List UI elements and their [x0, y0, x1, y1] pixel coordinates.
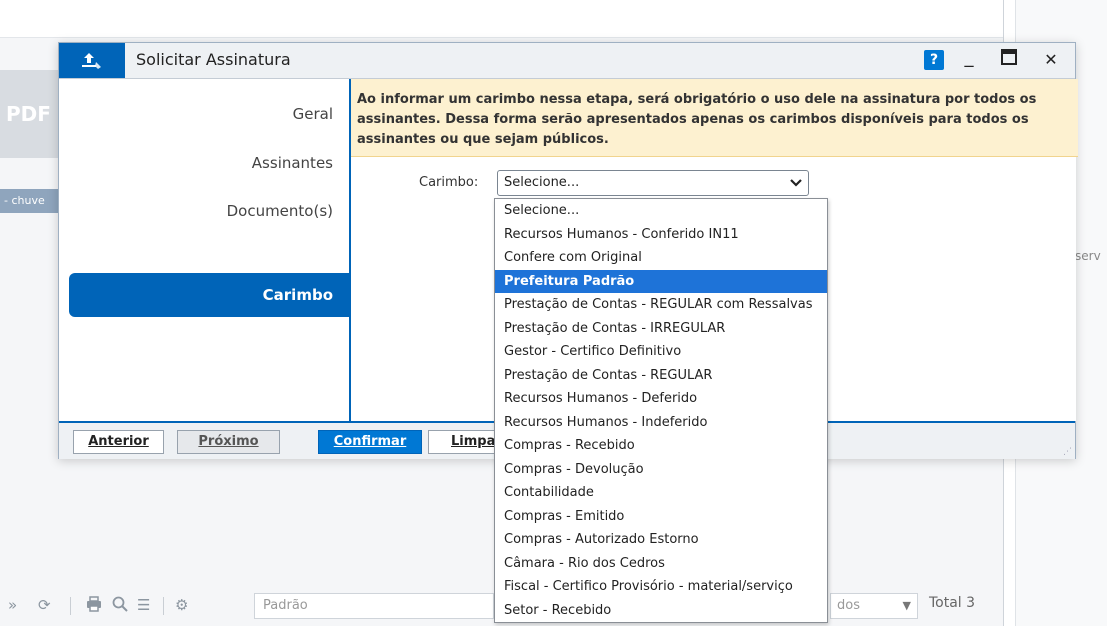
list-icon[interactable]: ☰ [137, 596, 150, 614]
carimbo-select[interactable]: Selecione... [497, 170, 809, 196]
gear-icon[interactable]: ⚙ [175, 596, 188, 614]
dialog-titlebar[interactable]: Solicitar Assinatura ? _ ✕ [59, 43, 1075, 79]
dropdown-option-highlighted[interactable]: Prefeitura Padrão [495, 269, 827, 293]
double-chevron-right-icon[interactable]: » [8, 596, 17, 614]
resize-grip-icon[interactable]: ⋰ [1063, 447, 1073, 457]
info-notice: Ao informar um carimbo nessa etapa, será… [351, 79, 1078, 157]
carimbo-select-value: Selecione... [504, 175, 580, 190]
pager-select-value: dos [837, 598, 860, 613]
dropdown-option[interactable]: Recursos Humanos - Indeferido [495, 411, 827, 435]
sidebar-item-documentos[interactable]: Documento(s) [227, 202, 333, 220]
maximize-icon [1001, 49, 1017, 65]
filter-input[interactable]: Padrão [254, 593, 494, 619]
total-count: Total 3 [929, 595, 976, 611]
dropdown-option[interactable]: Compras - Devolução [495, 458, 827, 482]
anterior-button[interactable]: Anterior [73, 430, 164, 454]
carimbo-dropdown-list: Selecione... Recursos Humanos - Conferid… [494, 198, 828, 623]
maximize-button[interactable] [997, 49, 1021, 70]
print-icon[interactable] [86, 596, 102, 616]
dropdown-option[interactable]: Confere com Original [495, 246, 827, 270]
dropdown-option[interactable]: Câmara - Rio dos Cedros [495, 552, 827, 576]
dropdown-option[interactable]: Contabilidade [495, 481, 827, 505]
sidebar-item-geral[interactable]: Geral [293, 105, 333, 123]
chevron-down-icon: ▼ [902, 599, 911, 612]
dropdown-option[interactable]: Setor - Recebido [495, 599, 827, 623]
sidebar-item-carimbo[interactable]: Carimbo [69, 273, 349, 317]
sidebar-item-label: Carimbo [262, 286, 333, 304]
pdf-thumb-label: PDF [6, 102, 51, 126]
dropdown-option[interactable]: Prestação de Contas - REGULAR com Ressal… [495, 293, 827, 317]
confirmar-button[interactable]: Confirmar [318, 430, 422, 454]
dropdown-option[interactable]: Recursos Humanos - Deferido [495, 387, 827, 411]
minimize-button[interactable]: _ [957, 47, 981, 68]
refresh-icon[interactable]: ⟳ [38, 596, 51, 614]
carimbo-label: Carimbo: [419, 175, 479, 190]
toolbar-separator [163, 597, 164, 615]
toolbar-separator [70, 597, 71, 615]
dropdown-option[interactable]: Compras - Autorizado Estorno [495, 528, 827, 552]
dropdown-option[interactable]: Fiscal - Certifico Provisório - material… [495, 575, 827, 599]
pager-select[interactable]: dos ▼ [830, 593, 918, 619]
right-partial-text: serv [1075, 249, 1101, 263]
tag-chip[interactable]: - chuve [0, 189, 62, 213]
dropdown-option[interactable]: Compras - Emitido [495, 505, 827, 529]
dropdown-option[interactable]: Recursos Humanos - Conferido IN11 [495, 223, 827, 247]
proximo-button[interactable]: Próximo [177, 430, 280, 454]
background-topbar [0, 0, 1003, 38]
help-button[interactable]: ? [924, 50, 944, 70]
dialog-title: Solicitar Assinatura [136, 50, 291, 69]
search-icon[interactable] [112, 596, 128, 616]
dropdown-option[interactable]: Prestação de Contas - REGULAR [495, 364, 827, 388]
dropdown-option[interactable]: Gestor - Certifico Definitivo [495, 340, 827, 364]
chevron-down-icon [790, 172, 802, 201]
dropdown-option[interactable]: Compras - Recebido [495, 434, 827, 458]
sidebar-item-assinantes[interactable]: Assinantes [252, 154, 333, 172]
dropdown-option[interactable]: Selecione... [495, 199, 827, 223]
upload-sign-icon [59, 43, 125, 78]
wizard-sidebar: Geral Assinantes Documento(s) Carimbo [59, 79, 349, 421]
close-button[interactable]: ✕ [1039, 50, 1063, 69]
dropdown-option[interactable]: Prestação de Contas - IRREGULAR [495, 317, 827, 341]
filter-input-text: Padrão [263, 598, 308, 613]
